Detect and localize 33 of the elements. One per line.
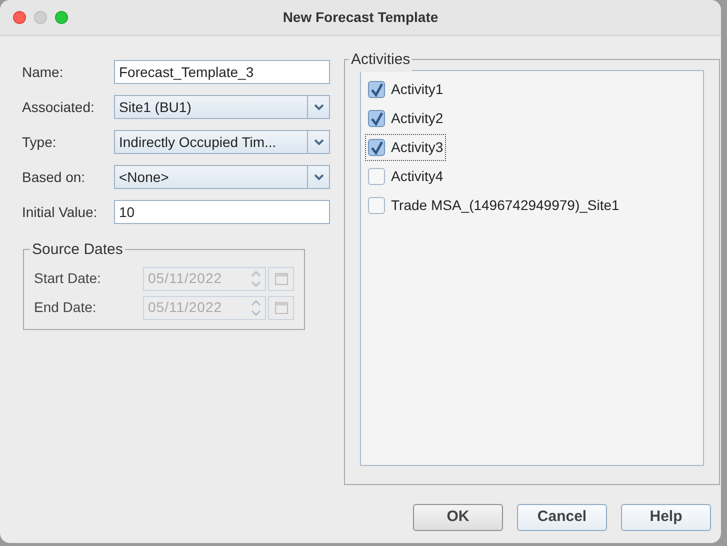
activity-checkbox[interactable]: Activity1 [365,76,446,103]
checkmark-icon [370,140,384,154]
field-label: Based on: [22,168,86,186]
activity-checkbox[interactable]: Activity4 [365,163,446,190]
checkmark-icon [370,82,384,96]
calendar-icon [274,272,288,284]
dialog-button[interactable]: Help [621,504,711,531]
minimize-button[interactable] [34,11,47,24]
calendar-icon [274,302,288,314]
checkmark-icon [370,112,384,126]
dialog-button[interactable]: Cancel [517,504,607,531]
window-title: New Forecast Template [282,8,438,27]
field-label: Name: [22,62,64,82]
field-label: End Date: [34,298,98,317]
close-button[interactable] [13,11,26,24]
text-field[interactable]: Forecast_Template_3 [114,60,330,84]
field-label: Associated: [22,98,96,116]
calendar-button[interactable] [268,296,294,320]
dropdown[interactable]: <None> [114,165,330,189]
activity-checkbox[interactable]: Activity2 [365,105,446,132]
dropdown[interactable]: Indirectly Occupied Tim... [114,130,330,154]
activity-checkbox[interactable]: Trade MSA_(1496742949979)_Site1 [365,192,622,219]
text-field[interactable]: 10 [114,200,330,224]
zoom-button[interactable] [55,11,68,24]
dropdown[interactable]: Site1 (BU1) [114,95,330,119]
field-label: Start Date: [34,269,102,288]
activity-checkbox[interactable]: Activity3 [365,134,446,161]
field-label: Initial Value: [22,202,98,222]
spinner-arrows-icon [251,270,262,288]
dialog-button[interactable]: OK [413,504,503,531]
calendar-button[interactable] [268,266,294,290]
field-label: Type: [22,132,58,152]
spinner-arrows-icon [251,298,262,316]
